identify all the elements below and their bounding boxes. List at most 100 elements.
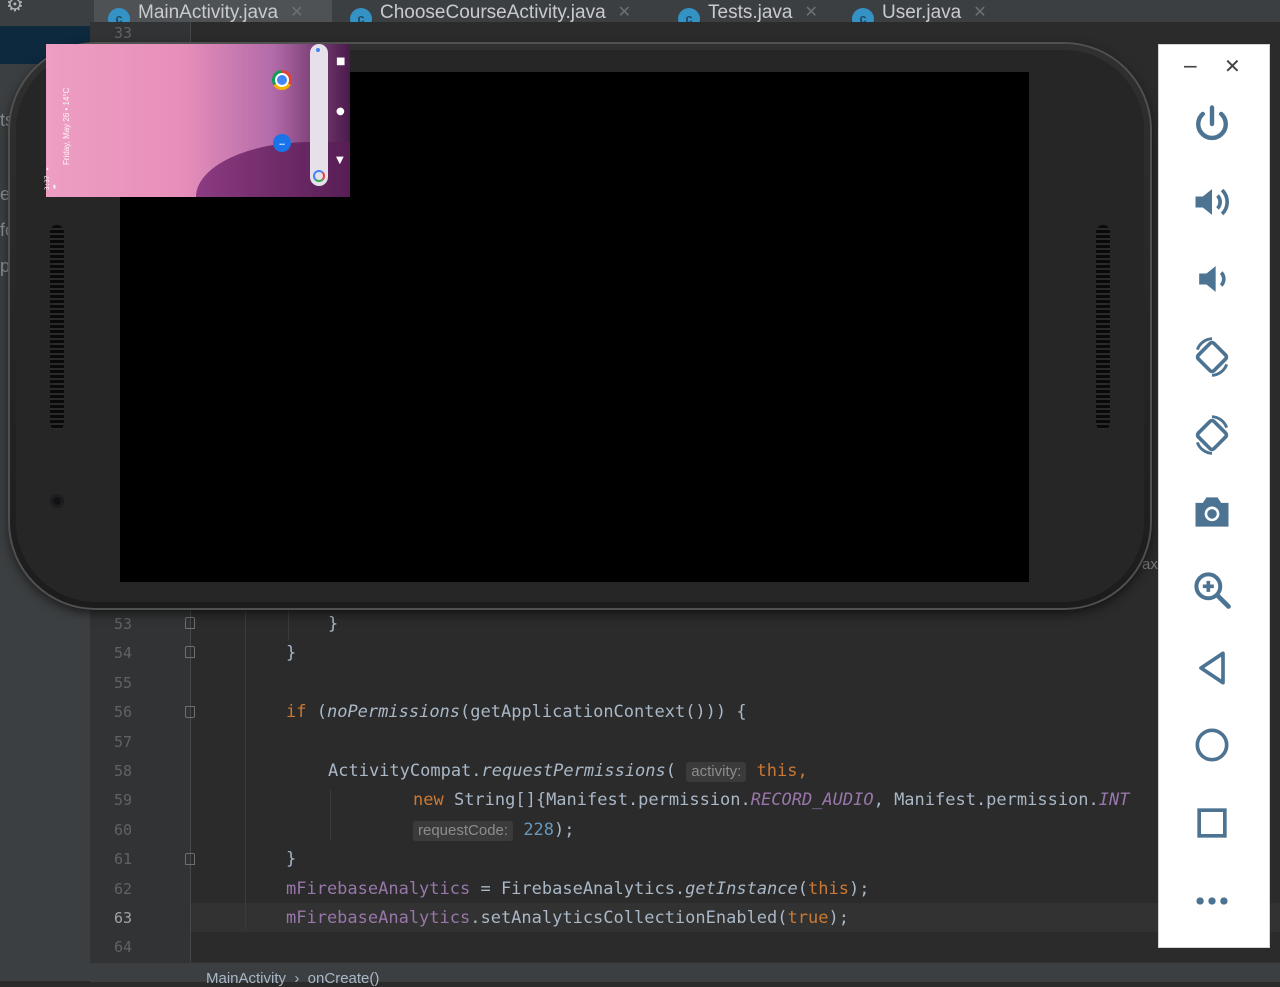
google-search-bar[interactable] (310, 44, 328, 186)
fold-end-icon[interactable] (185, 646, 195, 658)
line-number: 64 (113, 938, 132, 956)
code-line: } (286, 848, 296, 870)
home-nav-icon[interactable]: ● (336, 107, 345, 117)
back-nav-icon[interactable]: ▼ (336, 156, 344, 166)
code-token: ( (665, 761, 677, 781)
tab-label: ChooseCourseActivity.java (380, 2, 606, 23)
code-token: (getApplicationContext())) { (460, 702, 747, 722)
code-line: requestCode: 228); (413, 819, 575, 841)
code-token: ); (828, 908, 849, 928)
code-token: ActivityCompat. (328, 761, 482, 781)
tab-close-icon[interactable]: ✕ (618, 2, 631, 22)
messages-app-icon[interactable]: … (273, 134, 291, 152)
method-token: requestPermissions (481, 761, 666, 781)
tab-label: Tests.java (708, 2, 793, 23)
constant-token: RECORD_AUDIO (750, 790, 874, 810)
code-line: mFirebaseAnalytics.setAnalyticsCollectio… (286, 907, 849, 929)
line-number: 59 (113, 791, 132, 809)
speaker-grille-left (50, 225, 64, 430)
speaker-grille-right (1096, 225, 1110, 430)
field-token: mFirebaseAnalytics (286, 908, 471, 928)
fold-end-icon[interactable] (185, 617, 195, 629)
home-screen-preview[interactable] (46, 44, 350, 197)
line-number: 62 (113, 880, 132, 898)
line-number: 57 (113, 733, 132, 751)
method-token: noPermissions (326, 702, 461, 722)
rotate-left-icon (1195, 337, 1229, 377)
volume-down-button[interactable] (1186, 253, 1238, 305)
parameter-hint: requestCode: (413, 821, 514, 841)
close-button[interactable]: ✕ (1224, 54, 1244, 78)
code-line: if (noPermissions(getApplicationContext(… (286, 701, 747, 723)
fold-end-icon[interactable] (185, 853, 195, 865)
more-dots-icon (1196, 897, 1228, 905)
keyword-token: this (756, 761, 798, 781)
fold-start-icon[interactable] (185, 706, 195, 718)
tab-user-java[interactable]: c User.java ✕ (852, 0, 987, 30)
brace-token: } (286, 643, 297, 663)
volume-up-button[interactable] (1186, 176, 1238, 228)
power-icon (1196, 105, 1228, 141)
parameter-hint: activity: (686, 762, 747, 782)
tab-mainactivity-java[interactable]: c MainActivity.java ✕ (94, 0, 332, 30)
overview-square-icon (1197, 808, 1227, 838)
zoom-in-icon (1194, 572, 1231, 609)
power-button[interactable] (1186, 98, 1238, 150)
back-triangle-icon (1199, 651, 1225, 685)
tab-close-icon[interactable]: ✕ (973, 2, 986, 22)
line-number: 54 (113, 644, 132, 662)
tab-close-icon[interactable]: ✕ (290, 2, 303, 22)
camera-icon (1195, 497, 1229, 527)
keyword-token: if (286, 702, 307, 722)
code-line: ActivityCompat.requestPermissions( activ… (328, 760, 808, 782)
method-token: getInstance (685, 879, 798, 899)
line-number: 60 (113, 821, 132, 839)
zoom-button[interactable] (1186, 564, 1238, 616)
tab-close-icon[interactable]: ✕ (804, 2, 817, 22)
field-token: mFirebaseAnalytics (286, 879, 471, 899)
tab-label: User.java (882, 2, 962, 23)
volume-up-icon (1195, 188, 1229, 216)
line-number: 56 (113, 703, 132, 721)
menu-hamburger-icon[interactable] (54, 0, 76, 7)
code-line: mFirebaseAnalytics = FirebaseAnalytics.g… (286, 878, 869, 900)
tab-label: MainActivity.java (138, 2, 279, 23)
tab-tests-java[interactable]: c Tests.java ✕ (678, 0, 818, 30)
code-token: ); (554, 820, 575, 840)
code-token: String[]{Manifest.permission. (443, 790, 751, 810)
brace-token: } (328, 614, 339, 634)
line-number: 55 (113, 674, 132, 692)
minimize-button[interactable]: − (1182, 54, 1199, 78)
line-number: 53 (113, 615, 132, 633)
rotate-right-button[interactable] (1186, 409, 1238, 461)
recents-nav-icon[interactable]: ■ (336, 57, 345, 67)
back-button[interactable] (1186, 642, 1238, 694)
code-line: new String[]{Manifest.permission.RECORD_… (413, 789, 1129, 811)
more-button[interactable] (1186, 875, 1238, 927)
status-bar-text: 3:37 ▾ ▮ (44, 164, 58, 190)
volume-down-icon (1199, 266, 1226, 292)
line-number: 58 (113, 762, 132, 780)
keyword-token: new (413, 790, 444, 810)
chrome-app-icon[interactable] (272, 70, 292, 90)
tab-choosecourseactivity-java[interactable]: c ChooseCourseActivity.java ✕ (350, 0, 631, 30)
settings-gear-icon[interactable]: ⚙ (6, 0, 28, 14)
google-g-icon (313, 170, 325, 182)
indent-guide (245, 600, 246, 930)
keyword-token: this (808, 879, 849, 899)
code-token: ( (306, 702, 327, 722)
number-token: 228 (523, 820, 555, 840)
breadcrumb[interactable]: MainActivity › onCreate() (206, 970, 379, 987)
rotate-left-button[interactable] (1186, 331, 1238, 383)
screenshot-button[interactable] (1186, 486, 1238, 538)
line-number: 33 (113, 24, 132, 42)
line-number: 61 (113, 850, 132, 868)
overview-button[interactable] (1186, 797, 1238, 849)
code-line: } (286, 642, 296, 664)
constant-token: INT (1098, 790, 1130, 810)
code-token: , Manifest.permission. (873, 790, 1099, 810)
home-circle-icon (1195, 728, 1229, 762)
code-token: ( (797, 879, 809, 899)
home-button[interactable] (1186, 719, 1238, 771)
code-line: } (328, 613, 338, 635)
